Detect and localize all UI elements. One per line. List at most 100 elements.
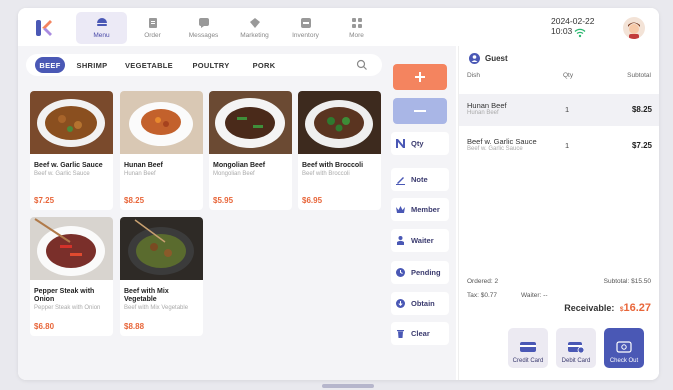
nav-label: Marketing [240, 32, 269, 39]
decrease-qty-button[interactable] [393, 98, 447, 124]
menu-panel: BEEF SHRIMP VEGETABLE POULTRY PORK Beef … [18, 46, 456, 380]
order-qty: 1 [565, 141, 570, 150]
dish-price: $5.95 [213, 196, 234, 205]
wifi-icon [574, 28, 586, 38]
dish-card[interactable]: Mongolian Beef Mongolian Beef $5.95 [209, 91, 292, 210]
nav-inventory[interactable]: Inventory [280, 12, 331, 44]
member-button[interactable]: Member [391, 198, 449, 221]
category-pork[interactable]: PORK [246, 57, 282, 73]
debit-card-icon [568, 342, 584, 353]
download-icon [396, 299, 405, 308]
dish-card[interactable]: Beef with Mix Vegetable Beef with Mix Ve… [120, 217, 203, 336]
nav-more[interactable]: More [331, 12, 382, 44]
header-subtotal: Subtotal [627, 72, 651, 79]
wallet-icon [616, 341, 632, 353]
time-text: 10:03 [551, 26, 573, 36]
credit-card-button[interactable]: Credit Card [508, 328, 548, 368]
menu-icon [96, 18, 107, 26]
nav-label: Inventory [292, 32, 319, 39]
qty-icon [396, 139, 405, 148]
qty-label: Qty [411, 139, 424, 148]
receivable-amount: 16.27 [623, 302, 651, 314]
avatar-icon [628, 22, 640, 39]
user-icon [469, 53, 480, 64]
dish-subname: Beef w. Garlic Sauce [34, 171, 90, 177]
ordered-count: Ordered: 2 [467, 278, 499, 285]
datetime: 2024-02-22 10:03 [551, 16, 594, 36]
dish-name: Mongolian Beef [213, 162, 266, 169]
order-dish-sub: Hunan Beef [467, 110, 499, 116]
category-beef[interactable]: BEEF [35, 57, 65, 73]
header-qty: Qty [563, 72, 574, 79]
qty-button[interactable]: Qty [391, 132, 449, 155]
note-label: Note [411, 175, 428, 184]
waiter-name: Waiter: -- [521, 292, 548, 299]
category-bar: BEEF SHRIMP VEGETABLE POULTRY PORK [26, 54, 382, 76]
dish-subname: Beef with Broccoli [302, 171, 350, 177]
order-row[interactable]: Beef w. Garlic Sauce Beef w. Garlic Sauc… [459, 130, 659, 162]
increase-qty-button[interactable] [393, 64, 447, 90]
member-label: Member [411, 205, 440, 214]
waiter-icon [397, 236, 404, 245]
check-out-button[interactable]: Check Out [604, 328, 644, 368]
order-dish-name: Hunan Beef [467, 101, 507, 110]
category-shrimp[interactable]: SHRIMP [73, 57, 111, 73]
date-text: 2024-02-22 [551, 16, 595, 26]
nav-marketing[interactable]: Marketing [229, 12, 280, 44]
dish-subname: Beef with Mix Vegetable [124, 305, 189, 311]
category-vegetable[interactable]: VEGETABLE [123, 57, 175, 73]
pos-app: Menu Order Messages Marketing Inventory … [18, 8, 659, 380]
dish-image [30, 217, 113, 280]
note-button[interactable]: Note [391, 168, 449, 191]
dish-name: Hunan Beef [124, 162, 163, 169]
clear-button[interactable]: Clear [391, 322, 449, 345]
dish-name: Beef with Broccoli [302, 162, 364, 169]
minus-icon [414, 110, 426, 112]
order-dish-name: Beef w. Garlic Sauce [467, 137, 537, 146]
waiter-button[interactable]: Waiter [391, 229, 449, 252]
dish-price: $8.88 [124, 322, 145, 331]
home-indicator [322, 384, 374, 388]
search-icon[interactable] [356, 59, 368, 71]
dish-name: Beef w. Garlic Sauce [34, 162, 103, 169]
nav-menu[interactable]: Menu [76, 12, 127, 44]
dish-card[interactable]: Beef with Broccoli Beef with Broccoli $6… [298, 91, 381, 210]
dish-name: Beef with Mix Vegetable [124, 288, 169, 303]
pending-button[interactable]: Pending [391, 261, 449, 284]
guest-selector[interactable]: Guest [469, 53, 508, 64]
clear-label: Clear [411, 329, 430, 338]
dish-card[interactable]: Hunan Beef Hunan Beef $8.25 [120, 91, 203, 210]
more-icon [351, 18, 362, 28]
category-poultry[interactable]: POULTRY [188, 57, 234, 73]
dish-card[interactable]: Pepper Steak with Onion Pepper Steak wit… [30, 217, 113, 336]
dish-image [120, 91, 203, 154]
dish-subname: Pepper Steak with Onion [34, 305, 101, 311]
order-subtotal: $8.25 [631, 105, 652, 114]
order-dish-sub: Beef w. Garlic Sauce [467, 146, 523, 152]
credit-card-icon [520, 342, 536, 352]
header-dish: Dish [467, 72, 481, 79]
nav-messages[interactable]: Messages [178, 12, 229, 44]
order-qty: 1 [565, 105, 570, 114]
plus-icon [415, 72, 425, 82]
dish-price: $6.80 [34, 322, 55, 331]
order-panel: Guest Dish Qty Subtotal Hunan Beef Hunan… [458, 46, 659, 380]
debit-card-button[interactable]: Debit Card [556, 328, 596, 368]
receivable: Receivable: $16.27 [564, 302, 651, 314]
dish-image [120, 217, 203, 280]
trash-icon [397, 330, 404, 338]
messages-icon [198, 18, 209, 28]
dish-card[interactable]: Beef w. Garlic Sauce Beef w. Garlic Sauc… [30, 91, 113, 210]
order-subtotal-total: Subtotal: $15.50 [603, 278, 651, 285]
note-icon [396, 177, 405, 185]
user-avatar[interactable] [623, 17, 645, 39]
obtain-button[interactable]: Obtain [391, 292, 449, 315]
nav-order[interactable]: Order [127, 12, 178, 44]
order-row[interactable]: Hunan Beef Hunan Beef 1 $8.25 [459, 94, 659, 126]
guest-label: Guest [485, 54, 508, 63]
clock-icon [396, 268, 405, 277]
dish-price: $6.95 [302, 196, 323, 205]
dish-image [209, 91, 292, 154]
nav-label: More [349, 32, 364, 39]
dish-price: $7.25 [34, 196, 55, 205]
